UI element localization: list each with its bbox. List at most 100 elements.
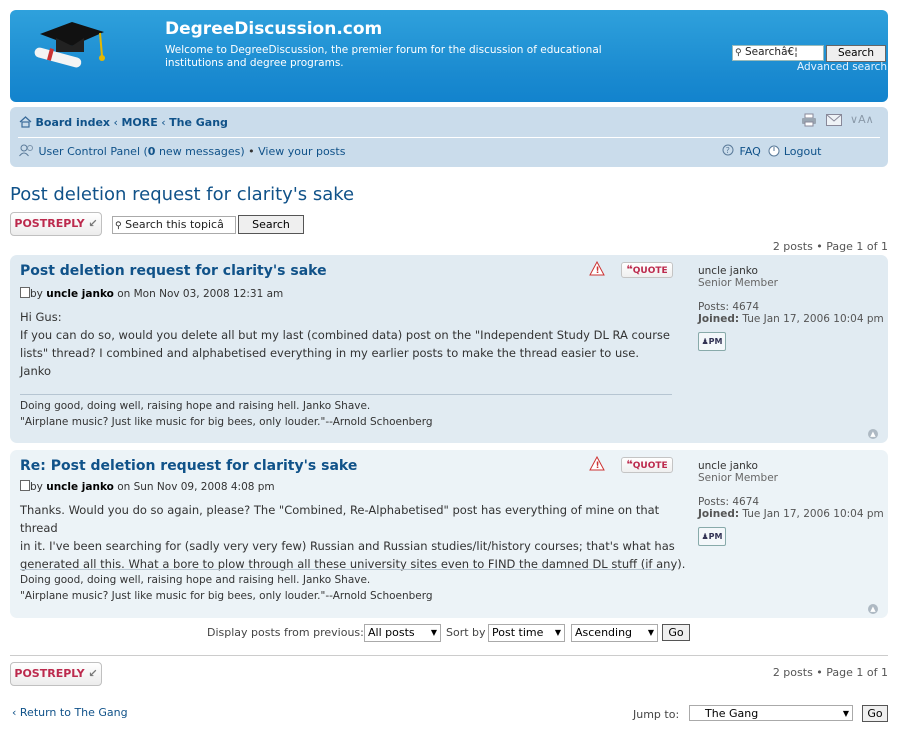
sort-order-select[interactable]: Ascending ▼ bbox=[571, 624, 658, 642]
navbar-divider bbox=[18, 137, 880, 138]
post-2-signature: Doing good, doing well, raising hope and… bbox=[20, 572, 433, 604]
post-1-author-line: by uncle janko on Mon Nov 03, 2008 12:31… bbox=[20, 287, 283, 300]
faq-logout-links: ? FAQ Logout bbox=[722, 144, 821, 160]
content-line: Janko bbox=[20, 364, 52, 378]
svg-text:!: ! bbox=[596, 461, 600, 471]
topic-search-button[interactable]: Search bbox=[238, 215, 304, 234]
ucp-link[interactable]: User Control Panel (0 new messages) bbox=[39, 145, 245, 158]
post-1-title[interactable]: Post deletion request for clarity's sake bbox=[20, 263, 327, 279]
pm-button[interactable]: ♟PM bbox=[698, 332, 726, 351]
post-reply-button[interactable]: POSTREPLY ↙ bbox=[10, 212, 102, 236]
posts-label: Posts: bbox=[698, 496, 729, 508]
pagination-bottom: 2 posts • Page 1 of 1 bbox=[772, 666, 888, 679]
site-search-value: Searchâ€¦ bbox=[745, 46, 798, 58]
back-to-top-icon[interactable]: ▲ bbox=[868, 604, 878, 614]
display-posts-select[interactable]: All posts ▼ bbox=[364, 624, 441, 642]
back-to-top-icon[interactable]: ▲ bbox=[868, 429, 878, 439]
chevron-down-icon: ▼ bbox=[842, 709, 849, 718]
page-title[interactable]: Post deletion request for clarity's sake bbox=[10, 184, 354, 205]
display-posts-label: Display posts from previous: bbox=[207, 626, 364, 639]
pagination-top: 2 posts • Page 1 of 1 bbox=[772, 240, 888, 253]
font-size-control[interactable]: ∨A∧ bbox=[850, 113, 874, 126]
logout-icon bbox=[768, 145, 780, 160]
post-2-profile: uncle janko Senior Member Posts: 4674 Jo… bbox=[698, 460, 884, 520]
signature-line: Doing good, doing well, raising hope and… bbox=[20, 574, 371, 586]
post-author[interactable]: uncle janko bbox=[46, 481, 114, 493]
report-icon[interactable]: ! bbox=[589, 260, 605, 276]
logout-link[interactable]: Logout bbox=[784, 145, 822, 158]
graduation-cap-logo[interactable] bbox=[26, 12, 116, 72]
return-link[interactable]: ‹ Return to The Gang bbox=[12, 706, 128, 719]
faq-link[interactable]: FAQ bbox=[740, 145, 761, 158]
post-reply-button-bottom[interactable]: POSTREPLY ↙ bbox=[10, 662, 102, 686]
joined-label: Joined: bbox=[698, 508, 740, 520]
print-icon[interactable] bbox=[801, 113, 817, 130]
site-search-input[interactable]: ⚲ Searchâ€¦ bbox=[732, 45, 824, 61]
nav-bullet: • bbox=[248, 145, 255, 158]
joined-date: Tue Jan 17, 2006 10:04 pm bbox=[742, 313, 884, 325]
post-icon[interactable] bbox=[20, 480, 30, 491]
breadcrumb-the-gang[interactable]: The Gang bbox=[169, 116, 228, 129]
reply-arrow-icon: ↙ bbox=[88, 667, 98, 680]
divider bbox=[10, 655, 888, 656]
content-line: lists" thread? I combined and alphabetis… bbox=[20, 346, 639, 360]
topic-search-input[interactable]: ⚲ Search this topicâ bbox=[112, 216, 236, 234]
post-reply-label: POSTREPLY bbox=[14, 217, 85, 230]
display-posts-value: All posts bbox=[368, 626, 415, 639]
pm-label: PM bbox=[708, 532, 723, 541]
advanced-search-link[interactable]: Advanced search bbox=[797, 61, 887, 73]
home-icon[interactable] bbox=[19, 116, 32, 131]
report-icon[interactable]: ! bbox=[589, 455, 605, 471]
search-icon: ⚲ bbox=[735, 48, 742, 58]
content-line: in it. I've been searching for (sadly ve… bbox=[20, 539, 675, 553]
breadcrumb-board-index[interactable]: Board index bbox=[36, 116, 111, 129]
jump-go-button[interactable]: Go bbox=[862, 705, 888, 722]
post-author[interactable]: uncle janko bbox=[46, 288, 114, 300]
sort-by-select[interactable]: Post time ▼ bbox=[488, 624, 565, 642]
post-1-content: Hi Gus: If you can do so, would you dele… bbox=[20, 308, 680, 380]
post-icon[interactable] bbox=[20, 287, 30, 298]
sort-go-button[interactable]: Go bbox=[662, 624, 690, 641]
profile-username[interactable]: uncle janko bbox=[698, 265, 884, 277]
email-icon[interactable] bbox=[826, 114, 842, 129]
post-date: on Sun Nov 09, 2008 4:08 pm bbox=[113, 481, 275, 493]
post-1-signature: Doing good, doing well, raising hope and… bbox=[20, 398, 433, 430]
signature-line: "Airplane music? Just like music for big… bbox=[20, 416, 433, 428]
view-your-posts-link[interactable]: View your posts bbox=[258, 145, 345, 158]
profile-username[interactable]: uncle janko bbox=[698, 460, 884, 472]
pm-button[interactable]: ♟PM bbox=[698, 527, 726, 546]
sort-by-label: Sort by bbox=[446, 626, 486, 639]
content-line: Hi Gus: bbox=[20, 310, 62, 324]
svg-text:?: ? bbox=[726, 146, 730, 155]
breadcrumb-more[interactable]: MORE bbox=[121, 116, 157, 129]
post-1-profile: uncle janko Senior Member Posts: 4674 Jo… bbox=[698, 265, 884, 325]
signature-line: Doing good, doing well, raising hope and… bbox=[20, 400, 371, 412]
content-line: If you can do so, would you delete all b… bbox=[20, 328, 670, 342]
jump-to-select[interactable]: The Gang ▼ bbox=[689, 705, 853, 721]
breadcrumb: Board index ‹ MORE ‹ The Gang bbox=[19, 116, 228, 131]
post-2-author-line: by uncle janko on Sun Nov 09, 2008 4:08 … bbox=[20, 480, 275, 493]
ucp-label: User Control Panel ( bbox=[38, 145, 148, 158]
profile-rank: Senior Member bbox=[698, 472, 778, 484]
by-label: by bbox=[30, 481, 43, 493]
return-label[interactable]: Return to The Gang bbox=[20, 706, 128, 719]
content-line: Thanks. Would you do so again, please? T… bbox=[20, 503, 660, 535]
new-messages-label: new messages) bbox=[155, 145, 245, 158]
quote-button[interactable]: ❝QUOTE bbox=[621, 262, 673, 278]
topic-search-placeholder: Search this topicâ bbox=[125, 218, 224, 231]
signature-line: "Airplane music? Just like music for big… bbox=[20, 590, 433, 602]
search-icon: ⚲ bbox=[115, 221, 122, 231]
chevron-down-icon: ▼ bbox=[647, 628, 654, 637]
signature-divider bbox=[20, 569, 672, 570]
posts-count[interactable]: 4674 bbox=[732, 496, 759, 508]
members-icon bbox=[19, 144, 35, 160]
joined-label: Joined: bbox=[698, 313, 740, 325]
posts-count[interactable]: 4674 bbox=[732, 301, 759, 313]
quote-button[interactable]: ❝QUOTE bbox=[621, 457, 673, 473]
chevron-down-icon: ▼ bbox=[554, 628, 561, 637]
post-2-title[interactable]: Re: Post deletion request for clarity's … bbox=[20, 458, 357, 474]
quote-label: QUOTE bbox=[632, 266, 668, 276]
faq-icon: ? bbox=[722, 144, 736, 160]
site-title[interactable]: DegreeDiscussion.com bbox=[165, 19, 382, 39]
site-search-button[interactable]: Search bbox=[826, 45, 886, 62]
